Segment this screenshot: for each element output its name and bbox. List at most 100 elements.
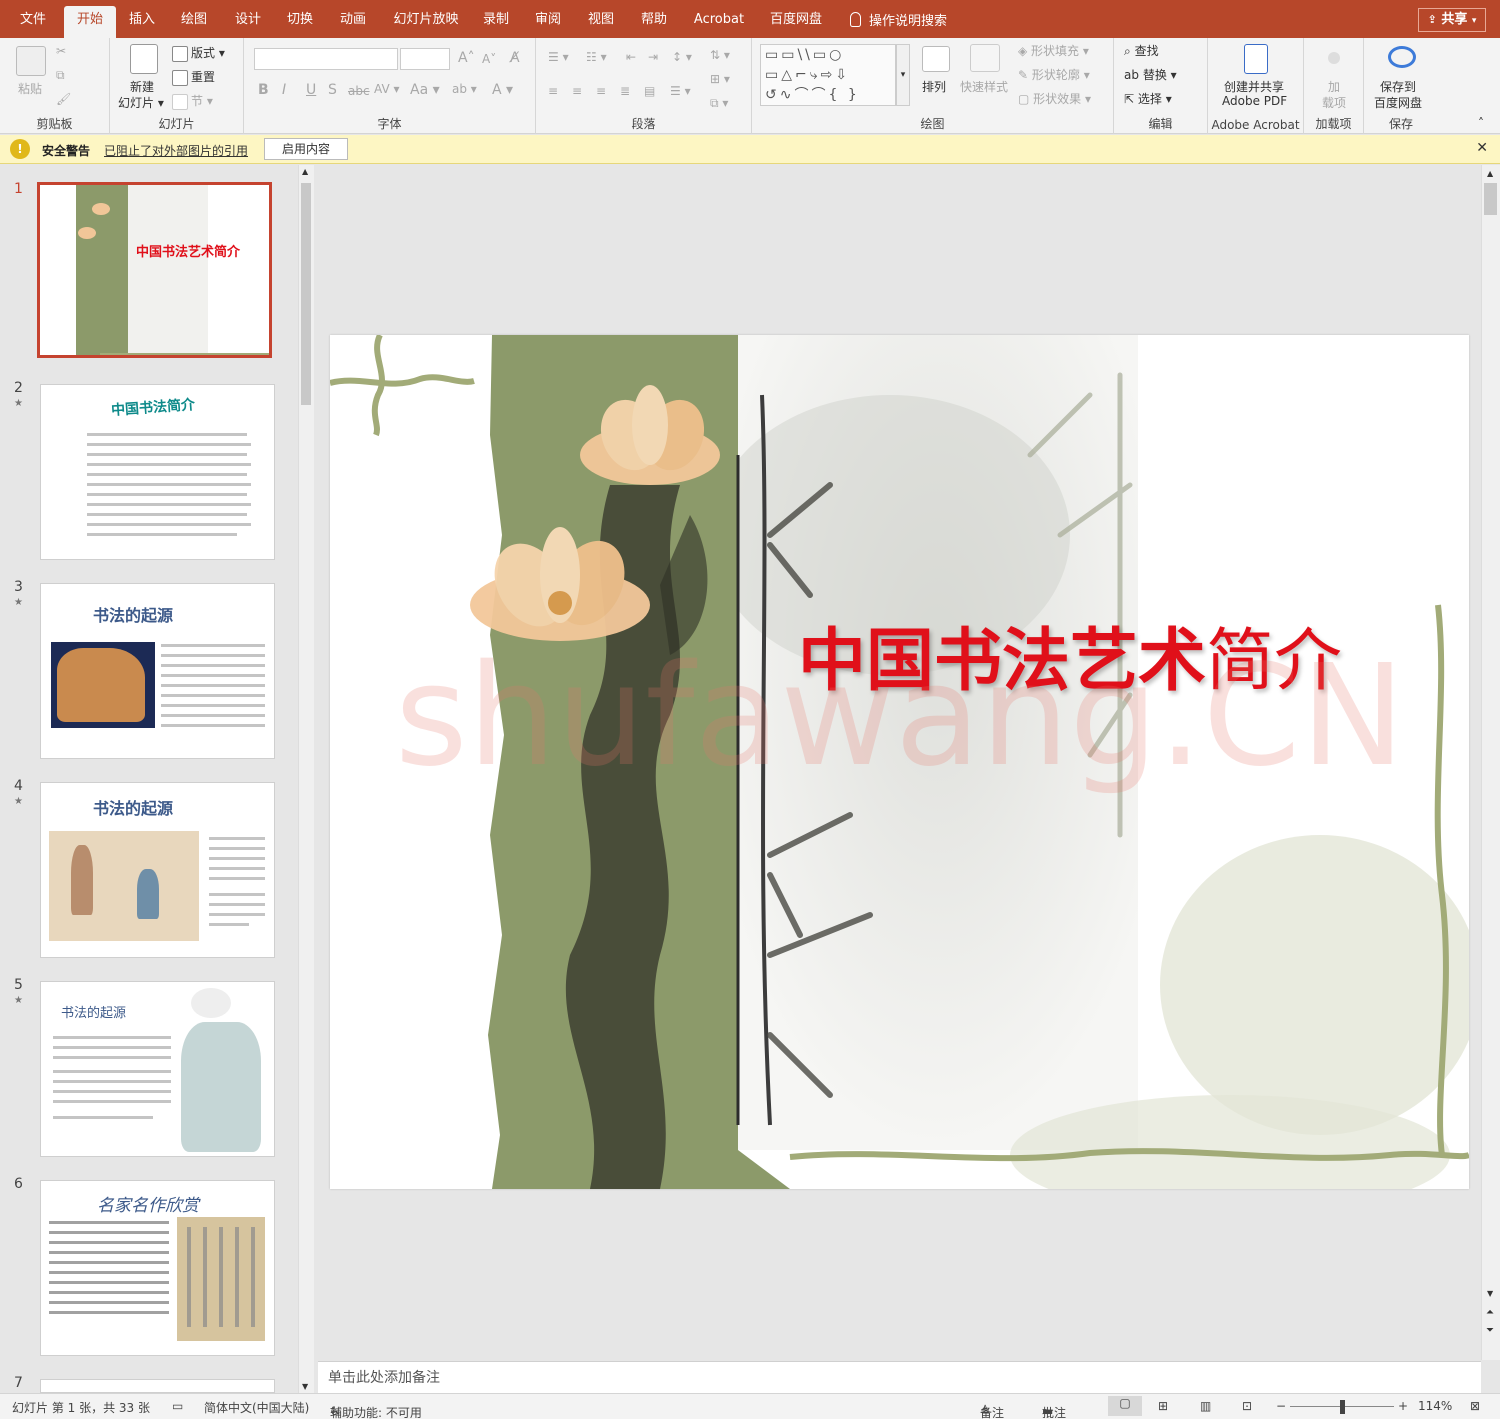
change-case-icon[interactable]: Aa ▾ xyxy=(410,82,440,98)
shape-effects-button[interactable]: ▢ 形状效果 ▾ xyxy=(1018,90,1091,107)
increase-indent-icon[interactable]: ⇥ xyxy=(648,50,658,64)
new-slide-dropdown[interactable]: 幻灯片 ▾ xyxy=(118,94,164,111)
tab-animations[interactable]: 动画 xyxy=(333,6,373,38)
slide-title[interactable]: 中国书法艺术简介 xyxy=(798,605,1342,704)
clear-format-icon[interactable]: A̸ xyxy=(510,50,520,66)
smartart-icon[interactable]: ⧉ ▾ xyxy=(710,96,728,111)
tab-draw[interactable]: 绘图 xyxy=(174,6,214,38)
arrange-icon[interactable] xyxy=(922,46,950,72)
italic-icon[interactable]: I xyxy=(282,82,286,98)
scroll-down-icon[interactable]: ▼ xyxy=(302,1382,308,1391)
decrease-indent-icon[interactable]: ⇤ xyxy=(626,50,636,64)
save-baidu-button[interactable]: 保存到 xyxy=(1380,78,1416,95)
format-painter-icon[interactable]: 🖌 xyxy=(56,92,71,106)
shapes-more-button[interactable]: ▾ xyxy=(896,44,910,106)
slide-thumbnail-2[interactable]: 中国书法简介 xyxy=(40,384,275,560)
numbering-icon[interactable]: ☷ ▾ xyxy=(586,50,607,64)
select-button[interactable]: ⇱ 选择 ▾ xyxy=(1124,90,1172,107)
arrange-button[interactable]: 排列 xyxy=(922,78,946,95)
columns-icon[interactable]: ☰ ▾ xyxy=(670,84,691,98)
create-pdf-button[interactable]: 创建并共享 xyxy=(1224,78,1284,95)
highlight-icon[interactable]: ab ▾ xyxy=(452,82,477,96)
reset-button[interactable]: 重置 xyxy=(172,68,215,86)
tab-help[interactable]: 帮助 xyxy=(634,6,674,38)
shape-fill-button[interactable]: ◈ 形状填充 ▾ xyxy=(1018,42,1089,59)
create-pdf-button-line2[interactable]: Adobe PDF xyxy=(1222,94,1287,108)
underline-icon[interactable]: U xyxy=(306,82,316,98)
grow-font-icon[interactable]: A˄ xyxy=(458,50,475,66)
font-size-box[interactable] xyxy=(400,48,450,70)
spellcheck-icon[interactable]: ▭ xyxy=(172,1399,183,1413)
layout-button[interactable]: 版式 ▾ xyxy=(172,44,225,62)
shadow-icon[interactable]: S xyxy=(328,82,337,98)
scroll-thumb[interactable] xyxy=(1484,183,1497,215)
tab-acrobat[interactable]: Acrobat xyxy=(688,6,750,38)
zoom-out-button[interactable]: − xyxy=(1276,1399,1286,1413)
normal-view-icon[interactable]: ▢ xyxy=(1108,1396,1142,1416)
distribute-icon[interactable]: ▤ xyxy=(644,84,655,98)
bold-icon[interactable]: B xyxy=(258,82,269,98)
scroll-up-icon[interactable]: ▲ xyxy=(302,167,308,176)
slide-thumbnail-5[interactable]: 书法的起源 xyxy=(40,981,275,1157)
addins-button-line2[interactable]: 载项 xyxy=(1322,94,1346,111)
align-right-icon[interactable]: ≡ xyxy=(596,84,606,98)
addins-button[interactable]: 加 xyxy=(1328,78,1340,95)
text-direction-icon[interactable]: ⇅ ▾ xyxy=(710,48,730,62)
tab-slideshow[interactable]: 幻灯片放映 xyxy=(388,6,464,38)
reading-view-icon[interactable]: ▥ xyxy=(1200,1399,1211,1413)
align-text-icon[interactable]: ⊞ ▾ xyxy=(710,72,730,86)
slide-sorter-icon[interactable]: ⊞ xyxy=(1158,1399,1168,1413)
tab-design[interactable]: 设计 xyxy=(228,6,268,38)
thumbnail-scrollbar[interactable]: ▲ ▼ xyxy=(298,165,314,1393)
bullets-icon[interactable]: ☰ ▾ xyxy=(548,50,569,64)
shrink-font-icon[interactable]: A˅ xyxy=(482,52,496,66)
new-slide-icon[interactable] xyxy=(130,44,158,74)
shape-outline-button[interactable]: ✎ 形状轮廓 ▾ xyxy=(1018,66,1090,83)
slide-thumbnail-1[interactable]: 中国书法艺术简介 xyxy=(37,182,272,358)
font-color-icon[interactable]: A ▾ xyxy=(492,82,513,98)
slide-1[interactable]: 中国书法艺术简介 shufawang.CN xyxy=(330,335,1469,1189)
tab-insert[interactable]: 插入 xyxy=(122,6,162,38)
tab-home[interactable]: 开始 xyxy=(64,6,116,38)
enable-content-button[interactable]: 启用内容 xyxy=(264,138,348,160)
warning-message[interactable]: 已阻止了对外部图片的引用 xyxy=(104,142,248,159)
tab-transitions[interactable]: 切换 xyxy=(280,6,320,38)
tab-view[interactable]: 视图 xyxy=(581,6,621,38)
zoom-slider-handle[interactable] xyxy=(1340,1400,1345,1414)
language-indicator[interactable]: 简体中文(中国大陆) xyxy=(204,1399,309,1416)
zoom-in-button[interactable]: + xyxy=(1398,1399,1408,1413)
slide-thumbnail-3[interactable]: 书法的起源 xyxy=(40,583,275,759)
font-name-box[interactable] xyxy=(254,48,398,70)
main-scrollbar[interactable]: ▲ ▼ ⏶ ⏷ xyxy=(1481,165,1500,1360)
line-spacing-icon[interactable]: ↕ ▾ xyxy=(672,50,692,64)
cut-icon[interactable]: ✂ xyxy=(56,44,66,58)
tell-me-search[interactable]: 操作说明搜索 xyxy=(850,10,947,29)
replace-button[interactable]: ab 替换 ▾ xyxy=(1124,66,1177,83)
shapes-gallery[interactable]: ▭▭\\▭○ ▭△⌐⤷⇨⇩ ↺∿⌒⌒{ } xyxy=(760,44,896,106)
save-baidu-button-line2[interactable]: 百度网盘 xyxy=(1374,94,1422,111)
strikethrough-icon[interactable]: abc xyxy=(348,84,370,98)
new-slide-button[interactable]: 新建 xyxy=(130,78,154,95)
justify-icon[interactable]: ≣ xyxy=(620,84,630,98)
notes-area[interactable]: 单击此处添加备注 xyxy=(318,1361,1481,1393)
copy-icon[interactable]: ⧉ xyxy=(56,68,65,83)
next-slide-icon[interactable]: ⏷ xyxy=(1486,1325,1494,1336)
section-button[interactable]: 节 ▾ xyxy=(172,92,213,110)
quick-styles-icon[interactable] xyxy=(970,44,1000,72)
close-icon[interactable]: ✕ xyxy=(1476,140,1488,156)
tab-record[interactable]: 录制 xyxy=(476,6,516,38)
tab-review[interactable]: 审阅 xyxy=(528,6,568,38)
tab-file[interactable]: 文件 xyxy=(10,6,56,38)
align-center-icon[interactable]: ≡ xyxy=(572,84,582,98)
find-button[interactable]: ⌕ 查找 xyxy=(1124,42,1159,59)
fit-to-window-icon[interactable]: ⊠ xyxy=(1470,1399,1480,1413)
zoom-level[interactable]: 114% xyxy=(1418,1399,1452,1413)
quick-styles-button[interactable]: 快速样式 xyxy=(960,78,1008,95)
tab-baidu[interactable]: 百度网盘 xyxy=(764,6,828,38)
scroll-thumb[interactable] xyxy=(301,183,311,405)
slide-thumbnail-4[interactable]: 书法的起源 xyxy=(40,782,275,958)
scroll-down-icon[interactable]: ▼ xyxy=(1487,1289,1493,1298)
collapse-ribbon-icon[interactable]: ˄ xyxy=(1478,116,1484,130)
share-button[interactable]: ⇪ 共享 ▾ xyxy=(1418,8,1486,32)
slide-thumbnail-7[interactable] xyxy=(40,1379,275,1393)
